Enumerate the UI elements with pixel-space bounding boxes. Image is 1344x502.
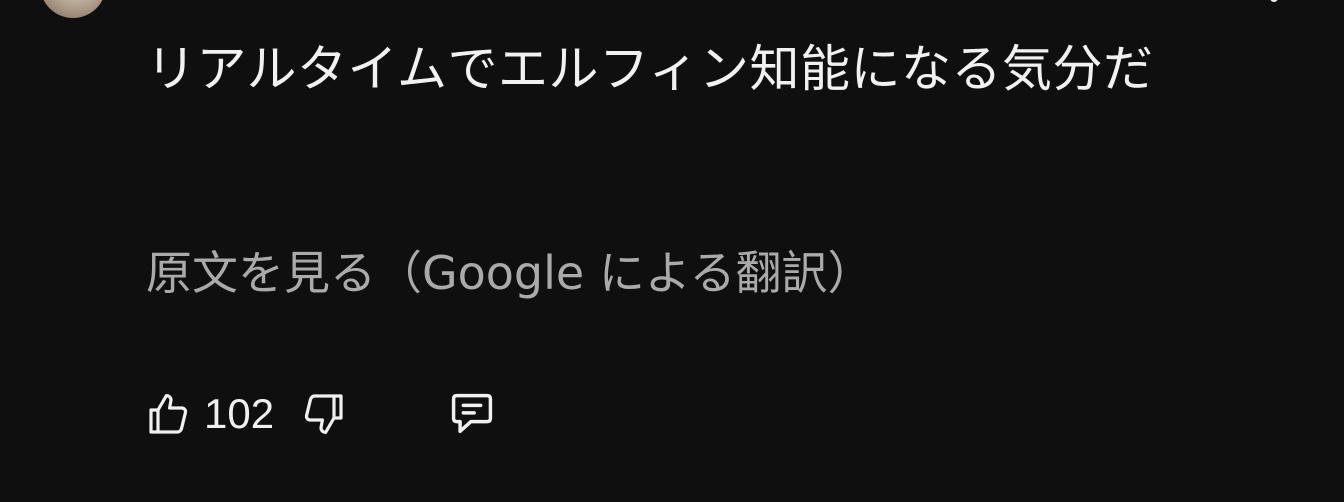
- thumbs-up-icon: [144, 390, 192, 438]
- more-options-icon[interactable]: [1270, 0, 1278, 2]
- dislike-button[interactable]: [296, 386, 352, 442]
- see-original-link[interactable]: 原文を見る（Google による翻訳）: [146, 240, 873, 306]
- comment-actions: 102: [140, 386, 500, 442]
- reply-button[interactable]: [444, 386, 500, 442]
- comment-text: リアルタイムでエルフィン知能になる気分だ: [146, 40, 1154, 98]
- reply-comment-icon: [446, 388, 498, 440]
- like-button[interactable]: [140, 386, 196, 442]
- thumbs-down-icon: [300, 390, 348, 438]
- avatar[interactable]: [40, 0, 106, 18]
- like-count: 102: [204, 390, 275, 437]
